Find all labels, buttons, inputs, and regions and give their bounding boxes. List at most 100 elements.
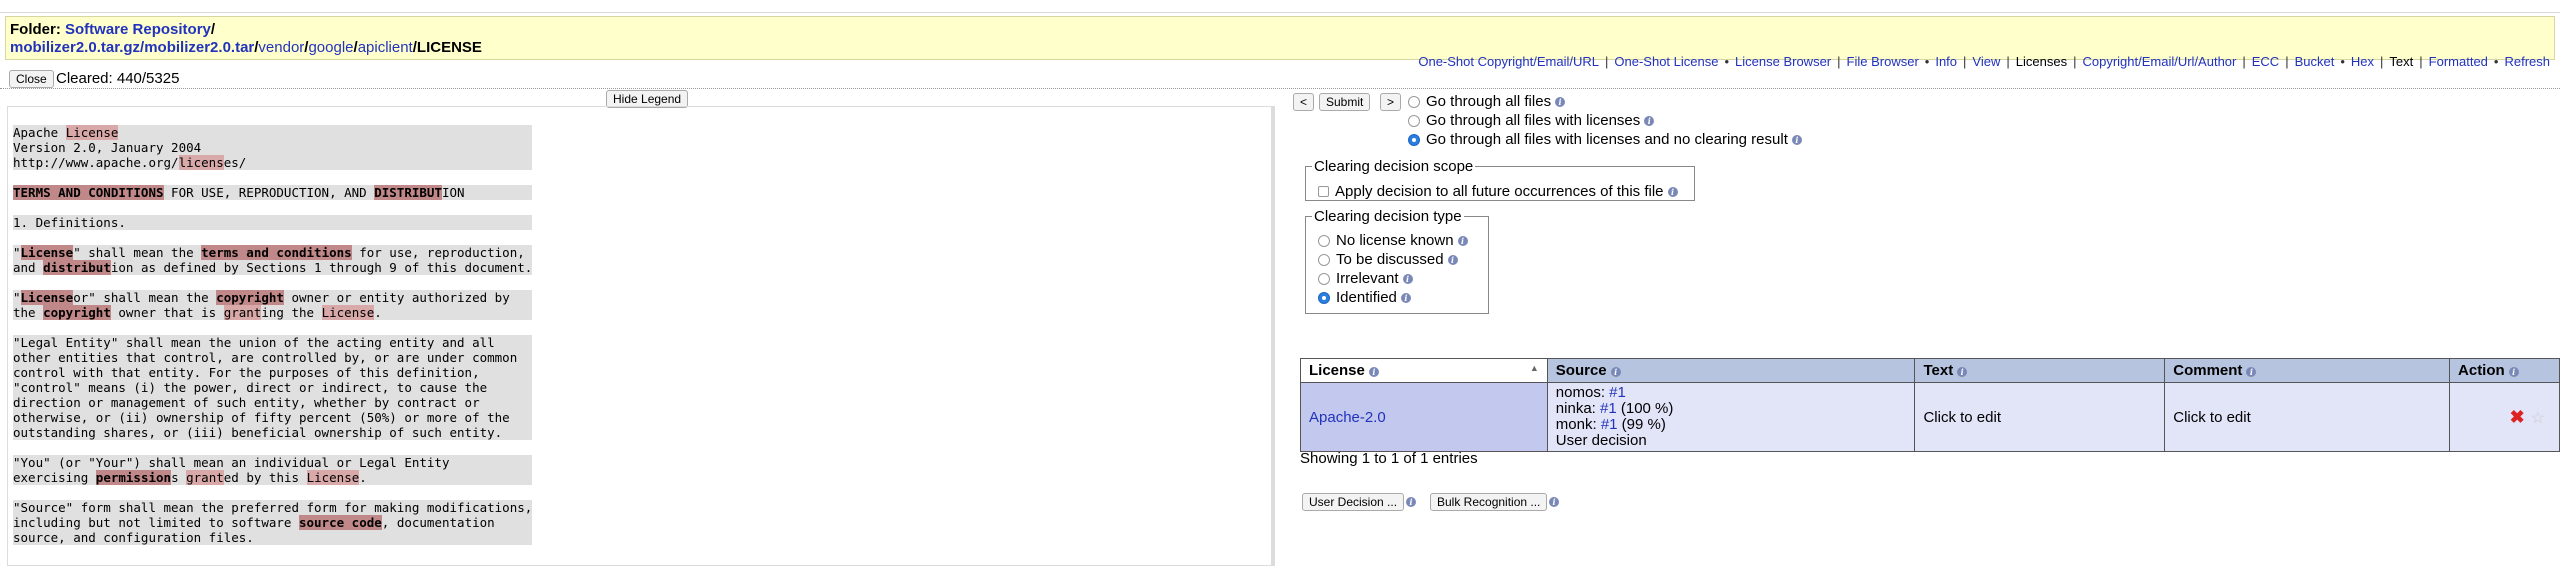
type-no-license-radio[interactable] [1318,234,1330,247]
separator: • [2340,54,2345,69]
separator: | [2006,54,2010,69]
separator: • [2493,54,2499,69]
info-icon[interactable]: i [1402,273,1413,284]
type-identified-option[interactable]: Identified i [1318,289,1411,306]
column-header-text[interactable]: Text i [1914,358,2166,383]
info-icon[interactable]: i [1447,254,1458,265]
top-divider [0,12,2560,13]
license-keyword-highlight: licens [178,155,224,170]
license-keyword-highlight: License [20,245,74,260]
license-text-pane: Apache License Version 2.0, January 2004… [7,106,1275,566]
submit-button[interactable]: Submit [1319,93,1371,111]
info-icon[interactable]: i [1406,497,1416,507]
license-paragraph: "Source" form shall mean the preferred f… [13,500,533,545]
column-header-comment[interactable]: Comment i [2164,358,2451,383]
info-icon[interactable]: i [2508,367,2519,377]
license-text-run: ion as defined by Sections 1 through 9 o… [110,260,533,275]
info-icon[interactable]: i [1667,186,1678,197]
info-icon[interactable]: i [1791,134,1802,145]
license-browser-link[interactable]: License Browser [1735,54,1831,69]
clearing-panel: < Submit > Go through all files i Go thr… [1290,88,2560,563]
formatted-link[interactable]: Formatted [2429,54,2488,69]
type-to-be-discussed-option[interactable]: To be discussed i [1318,251,1458,268]
type-irrelevant-option[interactable]: Irrelevant i [1318,270,1413,287]
sort-ascending-icon: ▲ [1529,363,1539,373]
breadcrumb-apiclient-link[interactable]: apiclient [358,39,413,56]
license-text-run: " [13,245,21,260]
type-no-license-option[interactable]: No license known i [1318,232,1468,249]
go-all-files-radio[interactable] [1408,95,1420,108]
license-paragraph: Apache License Version 2.0, January 2004… [13,125,533,170]
column-header-action[interactable]: Action i [2449,358,2560,383]
go-files-with-licenses-radio[interactable] [1408,114,1420,127]
clearing-scope-group: Clearing decision scope Apply decision t… [1305,158,1695,201]
breadcrumb-vendor-link[interactable]: vendor [258,39,304,56]
type-identified-radio[interactable] [1318,291,1330,304]
source-ninka-link[interactable]: #1 [1600,400,1617,417]
license-keyword-highlight: grant [186,470,224,485]
license-keyword-highlight: License [65,125,119,140]
breadcrumb-google-link[interactable]: google [308,39,353,56]
info-icon[interactable]: i [1957,367,1968,377]
copyright-link[interactable]: Copyright/Email/Url/Author [2082,54,2236,69]
info-icon[interactable]: i [1610,367,1621,377]
license-keyword-highlight: copyright [216,290,284,305]
go-no-clearing-option[interactable]: Go through all files with licenses and n… [1408,131,1802,148]
user-decision-button[interactable]: User Decision ... [1302,493,1405,511]
bulk-recognition-button[interactable]: Bulk Recognition ... [1430,493,1548,511]
previous-file-button[interactable]: < [1293,93,1315,111]
column-header-label: Action [2458,362,2505,379]
info-icon[interactable]: i [1549,497,1559,507]
info-link[interactable]: Info [1935,54,1957,69]
source-percent: (100 %) [1616,400,1674,417]
separator: • [1924,54,1930,69]
folder-bar: Folder: Software Repository/ mobilizer2.… [5,16,2555,69]
view-link[interactable]: View [1972,54,2000,69]
license-text-run: s [171,470,187,485]
license-text-run: ed by this [223,470,307,485]
ecc-link[interactable]: ECC [2252,54,2279,69]
separator: • [1724,54,1730,69]
delete-icon[interactable]: ✖ [2510,407,2525,427]
close-button[interactable]: Close [9,70,54,88]
go-no-clearing-radio[interactable] [1408,133,1420,146]
text-current: Text [2389,54,2414,69]
license-paragraph: "You" (or "Your") shall mean an individu… [13,455,533,485]
folder-label: Folder: [10,21,61,38]
file-browser-link[interactable]: File Browser [1847,54,1919,69]
comment-cell[interactable]: Click to edit [2164,382,2451,452]
license-text-run: 1. Definitions. [13,215,126,230]
info-icon[interactable]: i [1555,96,1566,107]
refresh-link[interactable]: Refresh [2504,54,2550,69]
folder-heading: Folder: Software Repository/ [10,21,215,38]
text-cell[interactable]: Click to edit [1914,382,2166,452]
bucket-link[interactable]: Bucket [2295,54,2335,69]
go-files-with-licenses-option[interactable]: Go through all files with licenses i [1408,112,1655,129]
license-text-run: "Legal Entity" shall mean the union of t… [13,335,518,440]
type-no-license-label: No license known [1336,232,1454,249]
type-irrelevant-radio[interactable] [1318,272,1330,285]
apply-future-checkbox[interactable] [1318,186,1329,197]
info-icon[interactable]: i [1400,292,1411,303]
license-link[interactable]: Apache-2.0 [1309,409,1386,426]
next-file-button[interactable]: > [1380,93,1402,111]
column-header-license[interactable]: License i ▲ [1300,358,1548,383]
go-all-files-option[interactable]: Go through all files i [1408,93,1566,110]
info-icon[interactable]: i [1644,115,1655,126]
source-nomos-link[interactable]: #1 [1609,384,1626,401]
oneshot-license-link[interactable]: One-Shot License [1614,54,1718,69]
column-header-source[interactable]: Source i [1546,358,1916,383]
info-icon[interactable]: i [1368,367,1379,377]
type-to-be-discussed-radio[interactable] [1318,253,1330,266]
hex-link[interactable]: Hex [2351,54,2374,69]
action-cell: ✖ ☆ [2449,382,2560,452]
oneshot-copyright-link[interactable]: One-Shot Copyright/Email/URL [1418,54,1599,69]
info-icon[interactable]: i [1457,235,1468,246]
apply-future-option[interactable]: Apply decision to all future occurrences… [1318,183,1678,200]
breadcrumb-root-link[interactable]: Software Repository [65,21,211,38]
source-monk-link[interactable]: #1 [1601,416,1618,433]
breadcrumb-archive-link[interactable]: mobilizer2.0.tar.gz/mobilizer2.0.tar [10,39,254,56]
star-icon[interactable]: ☆ [2531,410,2545,427]
info-icon[interactable]: i [2246,367,2257,377]
type-identified-label: Identified [1336,289,1397,306]
